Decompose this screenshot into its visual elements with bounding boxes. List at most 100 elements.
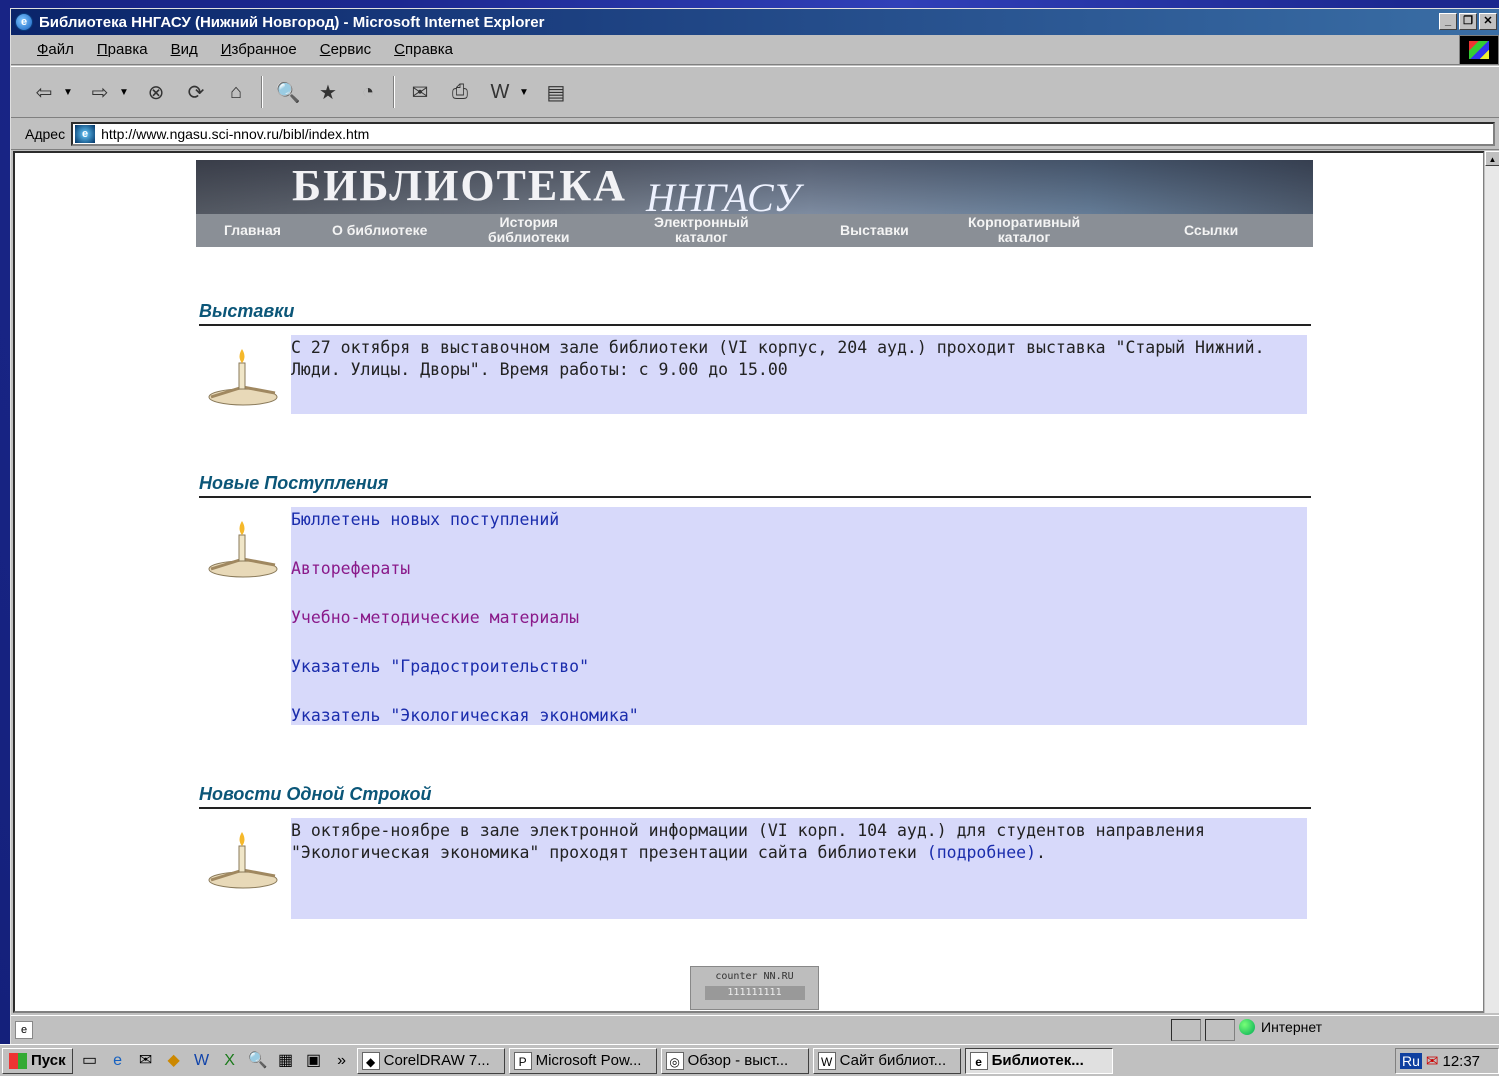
candle-book-icon	[208, 521, 278, 578]
window-title: Библиотека ННГАСУ (Нижний Новгород) - Mi…	[39, 13, 545, 31]
menu-view[interactable]: Вид	[171, 41, 198, 58]
task-browser[interactable]: e Библиотек...	[964, 1047, 1113, 1074]
link-more[interactable]: (подробнее)	[927, 843, 1036, 862]
counter-value: 111111111	[704, 986, 805, 1000]
nav-catalog[interactable]: Электронный каталог	[654, 215, 749, 245]
menu-tools[interactable]: Сервис	[320, 41, 371, 58]
find-icon[interactable]: 🔍	[247, 1050, 269, 1072]
discuss-icon[interactable]: ▤	[541, 77, 571, 107]
address-url[interactable]: http://www.ngasu.sci-nnov.ru/bibl/index.…	[101, 126, 369, 142]
globe-icon	[1239, 1019, 1255, 1035]
windows-logo-icon	[1459, 35, 1499, 65]
outlook-icon[interactable]: ✉	[135, 1050, 157, 1072]
system-tray: Ru ✉ 12:37	[1395, 1048, 1499, 1074]
nav-home[interactable]: Главная	[224, 223, 281, 238]
link-teaching-materials[interactable]: Учебно-методические материалы	[291, 608, 579, 627]
calculator-icon[interactable]: ▦	[275, 1050, 297, 1072]
tray-mail-icon[interactable]: ✉	[1426, 1052, 1439, 1070]
browser-window: e Библиотека ННГАСУ (Нижний Новгород) - …	[10, 8, 1499, 1044]
menu-edit[interactable]: Правка	[97, 41, 148, 58]
task-powerpoint[interactable]: P Microsoft Pow...	[508, 1047, 657, 1074]
site-nav: Главная О библиотеке История библиотеки …	[196, 214, 1313, 247]
status-panel	[1171, 1019, 1201, 1041]
nav-history[interactable]: История библиотеки	[488, 215, 570, 245]
task-label: Сайт библиот...	[839, 1052, 947, 1069]
search-icon[interactable]: 🔍	[273, 77, 303, 107]
excel-icon[interactable]: X	[219, 1050, 241, 1072]
link-eco-economics-index[interactable]: Указатель "Экологическая экономика"	[291, 706, 639, 725]
page-content: БИБЛИОТЕКА ННГАСУ Главная О библиотеке И…	[13, 151, 1485, 1013]
word-icon[interactable]: W	[191, 1050, 213, 1072]
clock[interactable]: 12:37	[1442, 1053, 1480, 1070]
toolbar-separator	[393, 76, 395, 108]
edit-dropdown-icon[interactable]: ▼	[519, 87, 531, 98]
nav-corporate-catalog[interactable]: Корпоративный каталог	[968, 215, 1080, 245]
explorer-task-icon: ◎	[665, 1051, 684, 1070]
link-bulletin[interactable]: Бюллетень новых поступлений	[291, 510, 559, 529]
nav-about[interactable]: О библиотеке	[332, 223, 427, 238]
task-coreldraw[interactable]: ◆ CorelDRAW 7...	[356, 1047, 505, 1074]
task-word[interactable]: W Сайт библиот...	[812, 1047, 961, 1074]
vertical-scrollbar[interactable]: ▲	[1484, 151, 1499, 1013]
address-input[interactable]: e http://www.ngasu.sci-nnov.ru/bibl/inde…	[71, 121, 1495, 146]
new-arrivals-list: Бюллетень новых поступлений Авторефераты…	[291, 507, 1307, 725]
link-urban-planning-index[interactable]: Указатель "Градостроительство"	[291, 657, 589, 676]
status-bar: e Интернет	[11, 1015, 1499, 1043]
candle-book-icon	[208, 349, 278, 406]
exhibitions-text: С 27 октября в выставочном зале библиоте…	[291, 335, 1307, 414]
ie-task-icon: e	[969, 1051, 988, 1070]
visit-counter[interactable]: counter NN.RU 111111111	[690, 966, 819, 1010]
nav-exhibitions[interactable]: Выставки	[840, 223, 909, 238]
mail-icon[interactable]: ✉	[405, 77, 435, 107]
print-icon[interactable]: ⎙	[445, 77, 475, 107]
home-icon[interactable]: ⌂	[221, 77, 251, 107]
page-icon: e	[75, 124, 96, 143]
media-icon[interactable]: ▣	[303, 1050, 325, 1072]
refresh-icon[interactable]: ⟳	[181, 77, 211, 107]
forward-icon[interactable]: ⇨	[85, 77, 115, 107]
coreldraw-icon[interactable]: ◆	[163, 1050, 185, 1072]
task-label: Microsoft Pow...	[535, 1052, 642, 1069]
stop-icon[interactable]: ⊗	[141, 77, 171, 107]
nav-links[interactable]: Ссылки	[1184, 223, 1238, 238]
back-dropdown-icon[interactable]: ▼	[63, 87, 75, 98]
word-task-icon: W	[817, 1051, 836, 1070]
menu-help[interactable]: Справка	[394, 41, 453, 58]
link-abstracts[interactable]: Авторефераты	[291, 559, 410, 578]
window-controls: _ ❐ ✕	[1439, 13, 1497, 30]
forward-dropdown-icon[interactable]: ▼	[119, 87, 131, 98]
address-bar: Адрес e http://www.ngasu.sci-nnov.ru/bib…	[11, 118, 1499, 150]
security-zone: Интернет	[1239, 1019, 1322, 1035]
counter-label: counter NN.RU	[715, 971, 794, 982]
desktop-icon[interactable]: ▭	[79, 1050, 101, 1072]
status-panel	[1205, 1019, 1235, 1041]
windows-flag-icon	[9, 1052, 27, 1069]
news-body: В октябре-ноябре в зале электронной инфо…	[291, 821, 1205, 862]
menu-bar: Файл Правка Вид Избранное Сервис Справка	[11, 35, 1499, 65]
ie-quicklaunch-icon[interactable]: e	[107, 1050, 129, 1072]
toolbar: ⇦ ▼ ⇨ ▼ ⊗ ⟳ ⌂ 🔍 ★ ◔ ✉ ⎙ W ▼ ▤	[11, 66, 1499, 118]
more-quicklaunch-icon[interactable]: »	[331, 1050, 353, 1072]
edit-icon[interactable]: W	[485, 77, 515, 107]
language-indicator[interactable]: Ru	[1400, 1053, 1422, 1069]
task-label: Обзор - выст...	[687, 1052, 789, 1069]
taskbar: Пуск ▭ e ✉ ◆ W X 🔍 ▦ ▣ » ◆ CorelDRAW 7...…	[0, 1044, 1499, 1076]
start-label: Пуск	[31, 1052, 66, 1069]
section-heading-exhibitions: Выставки	[199, 301, 1311, 326]
menu-favorites[interactable]: Избранное	[221, 41, 297, 58]
maximize-button[interactable]: ❐	[1459, 13, 1477, 30]
minimize-button[interactable]: _	[1439, 13, 1457, 30]
task-label: Библиотек...	[991, 1052, 1084, 1069]
close-button[interactable]: ✕	[1479, 13, 1497, 30]
toolbar-separator	[261, 76, 263, 108]
task-explorer[interactable]: ◎ Обзор - выст...	[660, 1047, 809, 1074]
menu-file[interactable]: Файл	[37, 41, 74, 58]
ie-icon: e	[15, 13, 33, 31]
start-button[interactable]: Пуск	[2, 1047, 73, 1074]
title-bar[interactable]: e Библиотека ННГАСУ (Нижний Новгород) - …	[11, 9, 1499, 35]
back-icon[interactable]: ⇦	[29, 77, 59, 107]
candle-book-icon	[208, 832, 278, 889]
scroll-up-icon[interactable]: ▲	[1485, 151, 1499, 166]
history-icon[interactable]: ◔	[353, 77, 383, 107]
favorites-icon[interactable]: ★	[313, 77, 343, 107]
